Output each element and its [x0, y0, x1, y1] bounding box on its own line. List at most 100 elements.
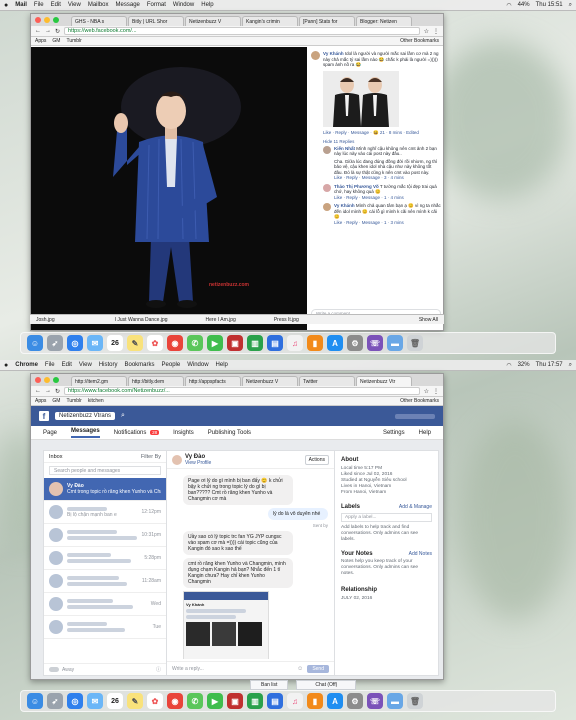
viber-icon[interactable]: ☏: [367, 693, 383, 709]
conversation-item[interactable]: 5:28pm: [44, 547, 166, 570]
star-icon[interactable]: ☆: [424, 388, 429, 395]
zoom-button[interactable]: [53, 377, 59, 383]
forward-icon[interactable]: →: [45, 388, 51, 394]
viber-icon[interactable]: ☏: [367, 335, 383, 351]
screenshot-attachment[interactable]: Vy Khánh: [183, 591, 269, 659]
tab[interactable]: http://bitly.dem: [128, 376, 184, 386]
download-item[interactable]: Press It.jpg: [274, 317, 299, 323]
facetime-icon[interactable]: ▶: [207, 693, 223, 709]
inbox-dropdown[interactable]: Inbox: [49, 454, 62, 460]
tab[interactable]: [Pann] Stats for: [299, 16, 355, 26]
photo-booth-icon[interactable]: ▣: [227, 693, 243, 709]
tab[interactable]: Netizenbuzz V: [185, 16, 241, 26]
ibooks-icon[interactable]: ▮: [307, 693, 323, 709]
launchpad-icon[interactable]: ➶: [47, 693, 63, 709]
bookmark-apps[interactable]: Apps: [35, 38, 46, 44]
tab-notifications[interactable]: Notifications 28: [114, 429, 160, 436]
trash-icon[interactable]: 🗑: [407, 335, 423, 351]
menu-people[interactable]: People: [162, 362, 181, 368]
url-field[interactable]: https://web.facebook.com/...: [64, 27, 420, 35]
menu-history[interactable]: History: [99, 362, 118, 368]
menu-view[interactable]: View: [79, 362, 92, 368]
url-field[interactable]: https://www.facebook.com/Netizenbuzz/...: [64, 387, 420, 395]
tab[interactable]: Netizenbuzz V: [242, 376, 298, 386]
help-link[interactable]: Help: [419, 430, 431, 436]
reply-author[interactable]: Thảo Thị Phương Võ: [334, 184, 379, 189]
tab[interactable]: GHS - NBA s: [71, 16, 127, 26]
keynote-icon[interactable]: ▤: [267, 693, 283, 709]
filter-by-dropdown[interactable]: Filter By: [141, 454, 161, 460]
mail-icon[interactable]: ✉: [87, 693, 103, 709]
menu-message[interactable]: Message: [116, 2, 140, 8]
download-item[interactable]: I Just Wanna Dance.jpg: [115, 317, 168, 323]
conversation-item[interactable]: 11:28am: [44, 570, 166, 593]
numbers-icon[interactable]: ▥: [247, 335, 263, 351]
calendar-icon[interactable]: 26: [107, 693, 123, 709]
comment-meta[interactable]: Like · Reply · Message · 😆 21 · 8 mins ·…: [323, 130, 441, 136]
reply-meta[interactable]: Like · Reply · Message · 1 · 4 mins: [334, 195, 441, 201]
menu-mailbox[interactable]: Mailbox: [88, 2, 109, 8]
trash-icon[interactable]: 🗑: [407, 693, 423, 709]
calendar-icon[interactable]: 26: [107, 335, 123, 351]
ibooks-icon[interactable]: ▮: [307, 335, 323, 351]
avatar[interactable]: [323, 145, 331, 154]
close-button[interactable]: [35, 377, 41, 383]
avatar[interactable]: [172, 454, 182, 465]
keynote-icon[interactable]: ▤: [267, 335, 283, 351]
app-store-icon[interactable]: A: [327, 693, 343, 709]
avatar[interactable]: [323, 203, 331, 211]
tab[interactable]: Twitter: [299, 376, 355, 386]
avatar[interactable]: [323, 183, 331, 192]
menu-file[interactable]: File: [45, 362, 55, 368]
reply-meta[interactable]: Like · Reply · Message · 1 · 3 mins: [334, 220, 441, 226]
reload-icon[interactable]: ↻: [55, 28, 60, 35]
search-icon[interactable]: ⌕: [569, 362, 572, 369]
clock[interactable]: Thu 17:57: [536, 362, 563, 368]
search-icon[interactable]: ⌕: [569, 2, 572, 9]
menu-help[interactable]: Help: [201, 2, 213, 8]
bookmark-gm[interactable]: GM: [52, 398, 60, 404]
finder-icon[interactable]: ☺: [27, 335, 43, 351]
bookmark-kitchen[interactable]: kitchen: [88, 398, 104, 404]
menu-bookmarks[interactable]: Bookmarks: [125, 362, 155, 368]
apple-icon[interactable]: ●: [4, 2, 8, 9]
inbox-search-input[interactable]: Search people and messages: [49, 466, 161, 475]
battery-percent[interactable]: 44%: [518, 2, 530, 8]
launchpad-icon[interactable]: ➶: [47, 335, 63, 351]
tab-page[interactable]: Page: [43, 430, 57, 436]
wifi-icon[interactable]: ◠: [506, 362, 511, 369]
battery-percent[interactable]: 32%: [518, 362, 530, 368]
menu-window[interactable]: Window: [187, 362, 208, 368]
page-name[interactable]: Netizenbuzz Vtrans: [55, 412, 116, 420]
star-icon[interactable]: ☆: [424, 28, 429, 35]
folder-icon[interactable]: ▬: [387, 693, 403, 709]
show-all-button[interactable]: Show All: [419, 317, 438, 323]
menubar-app[interactable]: Chrome: [15, 362, 38, 368]
apply-label-input[interactable]: Apply a label...: [341, 513, 432, 522]
back-icon[interactable]: ←: [35, 28, 41, 34]
minimize-button[interactable]: [44, 17, 50, 23]
folder-icon[interactable]: ▬: [387, 335, 403, 351]
conversation-selected[interactable]: Vy Đào Cmt trong topic rồ răng khen Yunh…: [44, 478, 166, 501]
chrome-icon[interactable]: ◉: [167, 335, 183, 351]
messages-icon[interactable]: ✆: [187, 335, 203, 351]
chat-off-tab[interactable]: Chat (Off): [296, 680, 357, 690]
menu-help[interactable]: Help: [216, 362, 228, 368]
reply-author[interactable]: Vy Khánh: [334, 203, 355, 208]
reply-input[interactable]: Write a reply...: [172, 666, 293, 672]
actions-dropdown[interactable]: Actions: [304, 454, 329, 465]
photo-booth-icon[interactable]: ▣: [227, 335, 243, 351]
send-button[interactable]: Send: [307, 664, 329, 673]
tab-messages[interactable]: Messages: [71, 428, 100, 438]
search-icon[interactable]: ⌕: [121, 412, 125, 420]
ban-list-tab[interactable]: Ban list: [250, 680, 289, 690]
conversation-item[interactable]: 10:31pm: [44, 524, 166, 547]
tab-insights[interactable]: Insights: [173, 430, 194, 436]
bookmark-gm[interactable]: GM: [52, 38, 60, 44]
reload-icon[interactable]: ↻: [55, 388, 60, 395]
chrome-icon[interactable]: ◉: [167, 693, 183, 709]
away-toggle[interactable]: [49, 667, 59, 672]
forward-icon[interactable]: →: [45, 28, 51, 34]
hide-replies-link[interactable]: Hide 11 Replies: [323, 139, 441, 144]
reply-meta[interactable]: Like · Reply · Message · 3 · 4 mins: [334, 175, 441, 181]
